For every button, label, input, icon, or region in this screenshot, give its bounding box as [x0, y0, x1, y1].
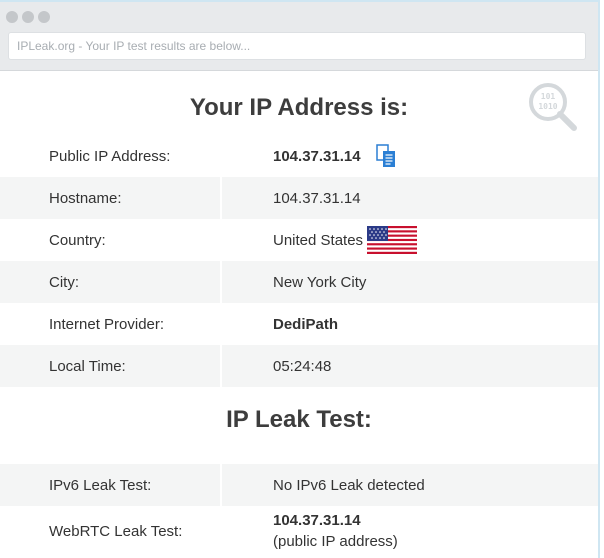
ipv6-leak-value: No IPv6 Leak detected [222, 464, 598, 506]
row-country: Country: United States [0, 219, 598, 261]
row-city: City: New York City [0, 261, 598, 303]
country-label: Country: [0, 219, 222, 261]
provider-value: DediPath [273, 315, 339, 333]
webrtc-leak-label: WebRTC Leak Test: [0, 506, 222, 556]
row-webrtc-leak: WebRTC Leak Test: 104.37.31.14 (public I… [0, 506, 598, 556]
ip-leak-test-title: IP Leak Test: [226, 406, 372, 433]
browser-window: IPLeak.org - Your IP test results are be… [0, 0, 600, 558]
city-value: New York City [222, 261, 598, 303]
hostname-value: 104.37.31.14 [222, 177, 598, 219]
city-label: City: [0, 261, 222, 303]
country-cell: United States [222, 219, 598, 261]
ipv6-leak-label: IPv6 Leak Test: [0, 464, 222, 506]
ip-address-title: Your IP Address is: [189, 94, 409, 121]
webrtc-ip-value: 104.37.31.14 [273, 512, 361, 529]
public-ip-value: 104.37.31.14 [273, 147, 361, 165]
public-ip-cell: 104.37.31.14 [222, 135, 598, 177]
row-hostname: Hostname: 104.37.31.14 [0, 177, 598, 219]
public-ip-label: Public IP Address: [0, 135, 222, 177]
country-value: United States [273, 231, 364, 249]
row-provider: Internet Provider: DediPath [0, 303, 598, 345]
window-minimize-dot[interactable] [22, 11, 34, 23]
webrtc-leak-cell: 104.37.31.14 (public IP address) [222, 506, 598, 556]
row-local-time: Local Time: 05:24:48 [0, 345, 598, 387]
address-bar[interactable]: IPLeak.org - Your IP test results are be… [8, 32, 586, 60]
us-flag-icon [367, 226, 418, 254]
provider-label: Internet Provider: [0, 303, 222, 345]
webrtc-ip-note: (public IP address) [273, 533, 398, 550]
local-time-label: Local Time: [0, 345, 222, 387]
local-time-value: 05:24:48 [222, 345, 598, 387]
browser-chrome: IPLeak.org - Your IP test results are be… [0, 2, 598, 71]
row-public-ip: Public IP Address: 104.37.31.14 [0, 135, 598, 177]
window-maximize-dot[interactable] [38, 11, 50, 23]
row-ipv6-leak: IPv6 Leak Test: No IPv6 Leak detected [0, 464, 598, 506]
window-close-dot[interactable] [6, 11, 18, 23]
hostname-label: Hostname: [0, 177, 222, 219]
copy-icon[interactable] [375, 144, 397, 168]
